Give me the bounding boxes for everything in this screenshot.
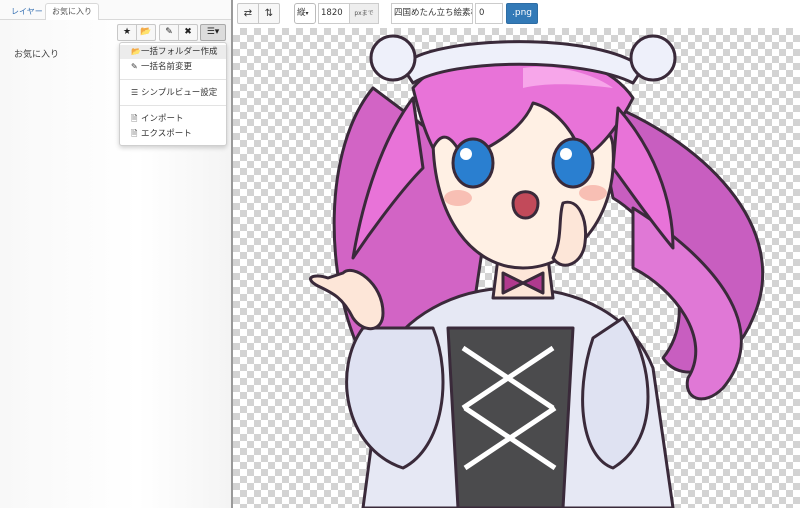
swap-vertical-icon: ⇅: [264, 8, 274, 19]
flip-horizontal-button[interactable]: ⇄: [237, 3, 259, 24]
character-illustration: [309, 34, 765, 508]
file-import-icon: 🗎: [131, 114, 138, 123]
add-favorite-button[interactable]: ★: [117, 24, 137, 41]
file-export-icon: 🗎: [131, 129, 138, 138]
filename-input[interactable]: 四国めたん立ち絵素材: [391, 3, 473, 24]
canvas-toolbar: ⇄ ⇅ 縦▾ 1820 pxまで 四国めたん立ち絵素材 0 .png: [233, 0, 800, 28]
menu-icon: ☰▾: [206, 27, 220, 37]
swap-horizontal-icon: ⇄: [243, 8, 253, 19]
chevron-down-icon: ▾: [305, 10, 309, 17]
menu-item-label: 一括名前変更: [141, 62, 193, 72]
pencil-icon: ✎: [165, 27, 173, 37]
flip-vertical-button[interactable]: ⇅: [258, 3, 280, 24]
preview-canvas[interactable]: [233, 28, 800, 508]
menu-item-label: シンプルビュー設定: [141, 88, 218, 98]
menu-divider: [120, 79, 226, 80]
menu-item-simple-view[interactable]: ☰ シンプルビュー設定: [120, 86, 226, 100]
folder-open-icon: 📂: [131, 47, 141, 56]
close-icon: ✖: [184, 27, 192, 37]
list-icon: ☰: [131, 88, 139, 97]
delete-button[interactable]: ✖: [178, 24, 198, 41]
size-input[interactable]: 1820: [318, 3, 349, 24]
pencil-icon: ✎: [131, 62, 138, 71]
orientation-value: 縦: [297, 8, 306, 18]
left-panel: レイヤー お気に入り ★ 📂 ✎ ✖ ☰▾ お気に入り 📂一括フォルダー作成 ✎…: [0, 0, 231, 508]
export-png-button[interactable]: .png: [506, 3, 538, 24]
rename-button[interactable]: ✎: [159, 24, 179, 41]
orientation-select[interactable]: 縦▾: [294, 3, 316, 24]
tab-layer[interactable]: レイヤー: [4, 3, 50, 20]
menu-item-import[interactable]: 🗎 インポート: [120, 112, 226, 126]
favorites-root-label: お気に入り: [14, 50, 60, 60]
menu-item-label: インポート: [141, 114, 184, 124]
menu-divider: [120, 105, 226, 106]
star-icon: ★: [122, 27, 132, 37]
size-unit-label: pxまで: [349, 3, 379, 24]
panel-tabs: レイヤー お気に入り: [0, 0, 231, 20]
menu-dropdown-button[interactable]: ☰▾: [200, 24, 226, 41]
menu-item-label: 一括フォルダー作成: [141, 47, 218, 57]
menu-item-label: エクスポート: [141, 129, 192, 139]
menu-dropdown: 📂一括フォルダー作成 ✎ 一括名前変更 ☰ シンプルビュー設定 🗎 インポート 🗎 エク…: [119, 42, 227, 146]
tab-favorites[interactable]: お気に入り: [45, 3, 99, 20]
menu-item-export[interactable]: 🗎 エクスポート: [120, 127, 226, 141]
folder-open-icon: 📂: [140, 27, 152, 37]
menu-item-bulk-rename[interactable]: ✎ 一括名前変更: [120, 60, 226, 74]
number-input[interactable]: 0: [475, 3, 503, 24]
menu-item-bulk-folder[interactable]: 📂一括フォルダー作成: [120, 45, 226, 59]
new-folder-button[interactable]: 📂: [136, 24, 156, 41]
